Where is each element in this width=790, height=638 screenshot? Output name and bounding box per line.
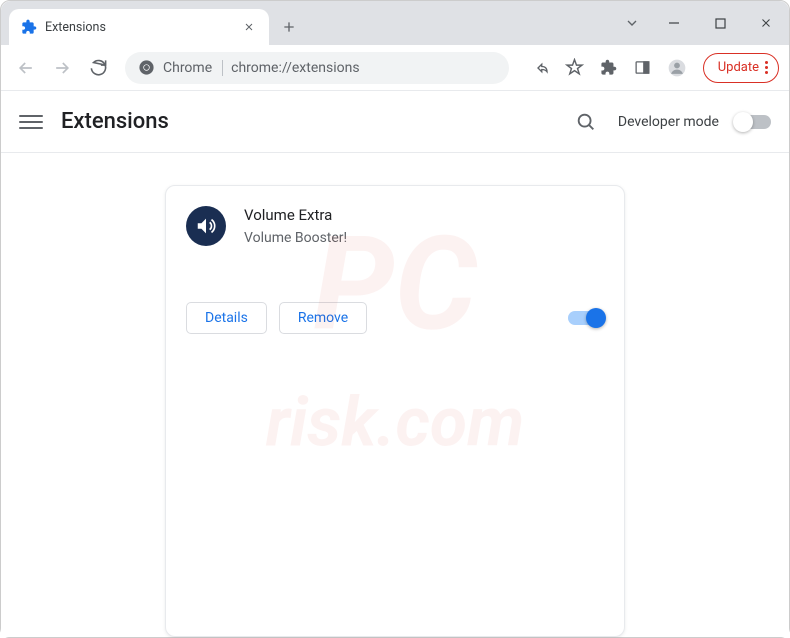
address-bar[interactable]: Chrome chrome://extensions [125,52,509,84]
back-button[interactable] [11,53,41,83]
close-window-button[interactable] [743,7,789,39]
remove-button[interactable]: Remove [279,302,367,334]
bookmark-icon[interactable] [559,52,591,84]
puzzle-icon [21,19,37,35]
developer-mode-label: Developer mode [618,114,719,130]
new-tab-button[interactable] [275,13,303,41]
extensions-icon[interactable] [593,52,625,84]
reload-button[interactable] [83,53,113,83]
chevron-down-icon[interactable] [613,7,651,39]
address-prefix: Chrome [163,60,223,76]
browser-window: Extensions [0,0,790,638]
page-title: Extensions [61,109,169,134]
update-button[interactable]: Update [703,53,779,83]
window-controls [613,1,789,45]
details-button[interactable]: Details [186,302,267,334]
developer-mode-toggle[interactable] [735,115,771,129]
speaker-icon [186,206,226,246]
page-header: Extensions Developer mode [1,91,789,153]
extension-description: Volume Booster! [244,230,604,246]
share-icon[interactable] [525,52,557,84]
toolbar-icons [525,52,693,84]
close-tab-icon[interactable] [241,19,257,35]
maximize-button[interactable] [697,7,743,39]
browser-tab[interactable]: Extensions [9,9,269,45]
search-icon[interactable] [570,106,602,138]
sidepanel-icon[interactable] [627,52,659,84]
tab-title: Extensions [45,20,233,35]
forward-button[interactable] [47,53,77,83]
extension-toggle[interactable] [568,311,604,325]
chrome-icon [137,59,155,77]
update-label: Update [718,60,759,75]
toolbar: Chrome chrome://extensions Update [1,45,789,91]
minimize-button[interactable] [651,7,697,39]
menu-dots-icon [765,61,768,74]
extension-name: Volume Extra [244,206,604,224]
profile-icon[interactable] [661,52,693,84]
titlebar: Extensions [1,1,789,45]
hamburger-icon[interactable] [19,110,43,134]
content-area: Volume Extra Volume Booster! Details Rem… [1,153,789,637]
address-url: chrome://extensions [231,60,359,76]
extension-card: Volume Extra Volume Booster! Details Rem… [165,185,625,637]
